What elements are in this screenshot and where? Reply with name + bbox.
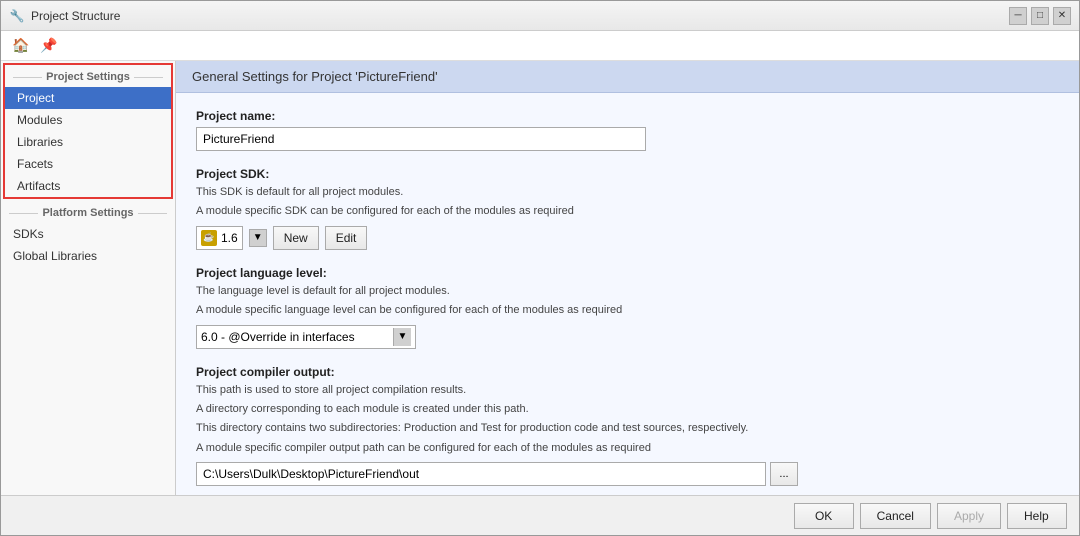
footer: OK Cancel Apply Help [1, 495, 1079, 535]
project-lang-label: Project language level: [196, 266, 1059, 280]
sdk-dropdown-arrow[interactable]: ▼ [249, 229, 267, 247]
project-settings-header: Project Settings [5, 65, 171, 87]
project-settings-section: Project Settings Project Modules Librari… [3, 63, 173, 199]
content-body: Project name: Project SDK: This SDK is d… [176, 93, 1079, 495]
project-compiler-hint2: A directory corresponding to each module… [196, 402, 1059, 417]
toolbar-down-button[interactable]: 📌 [37, 34, 61, 58]
compiler-browse-button[interactable]: ... [770, 462, 798, 486]
project-compiler-hint4: A module specific compiler output path c… [196, 441, 1059, 456]
content-area: General Settings for Project 'PictureFri… [176, 61, 1079, 495]
sdk-select-wrapper[interactable]: ☕ 1.6 [196, 226, 243, 250]
project-name-input[interactable] [196, 127, 646, 151]
main-content: Project Settings Project Modules Librari… [1, 61, 1079, 495]
apply-button[interactable]: Apply [937, 503, 1001, 529]
window-icon: 🔧 [9, 8, 25, 24]
window-controls: ─ □ ✕ [1009, 7, 1071, 25]
help-label: Help [1024, 509, 1049, 523]
project-lang-section: Project language level: The language lev… [196, 266, 1059, 349]
project-sdk-hint2: A module specific SDK can be configured … [196, 204, 1059, 219]
project-compiler-hint3: This directory contains two subdirectori… [196, 421, 1059, 436]
lang-dropdown-arrow[interactable]: ▼ [393, 328, 411, 346]
project-sdk-label: Project SDK: [196, 167, 1059, 181]
platform-settings-section: Platform Settings SDKs Global Libraries [1, 201, 175, 267]
cancel-button[interactable]: Cancel [860, 503, 931, 529]
compiler-output-input[interactable] [196, 462, 766, 486]
project-compiler-hint1: This path is used to store all project c… [196, 383, 1059, 398]
project-structure-window: 🔧 Project Structure ─ □ ✕ 🏠 📌 Project Se… [0, 0, 1080, 536]
sidebar-item-artifacts[interactable]: Artifacts [5, 175, 171, 197]
project-compiler-section: Project compiler output: This path is us… [196, 365, 1059, 487]
lang-select-wrapper[interactable]: 6.0 - @Override in interfaces ▼ [196, 325, 416, 349]
project-name-label: Project name: [196, 109, 1059, 123]
project-lang-hint1: The language level is default for all pr… [196, 284, 1059, 299]
toolbar-up-button[interactable]: 🏠 [9, 34, 33, 58]
close-button[interactable]: ✕ [1053, 7, 1071, 25]
toolbar: 🏠 📌 [1, 31, 1079, 61]
title-bar: 🔧 Project Structure ─ □ ✕ [1, 1, 1079, 31]
compiler-output-row: ... [196, 462, 1059, 486]
sidebar-item-sdks[interactable]: SDKs [1, 223, 175, 245]
sdk-new-button[interactable]: New [273, 226, 319, 250]
sidebar-item-libraries[interactable]: Libraries [5, 131, 171, 153]
ok-button[interactable]: OK [794, 503, 854, 529]
help-button[interactable]: Help [1007, 503, 1067, 529]
project-lang-hint2: A module specific language level can be … [196, 303, 1059, 318]
sdk-select-value: 1.6 [221, 231, 238, 245]
sdk-row: ☕ 1.6 ▼ New Edit [196, 226, 1059, 250]
sidebar-item-modules[interactable]: Modules [5, 109, 171, 131]
lang-select-value: 6.0 - @Override in interfaces [201, 330, 393, 344]
sidebar: Project Settings Project Modules Librari… [1, 61, 176, 495]
sdk-java-icon: ☕ [201, 230, 217, 246]
project-sdk-hint1: This SDK is default for all project modu… [196, 185, 1059, 200]
maximize-button[interactable]: □ [1031, 7, 1049, 25]
sidebar-item-facets[interactable]: Facets [5, 153, 171, 175]
project-name-section: Project name: [196, 109, 1059, 151]
window-title: Project Structure [31, 9, 1009, 23]
sidebar-item-project[interactable]: Project [5, 87, 171, 109]
sdk-edit-button[interactable]: Edit [325, 226, 368, 250]
minimize-button[interactable]: ─ [1009, 7, 1027, 25]
content-header: General Settings for Project 'PictureFri… [176, 61, 1079, 93]
sidebar-item-global-libraries[interactable]: Global Libraries [1, 245, 175, 267]
platform-settings-header: Platform Settings [1, 201, 175, 223]
project-sdk-section: Project SDK: This SDK is default for all… [196, 167, 1059, 250]
project-compiler-label: Project compiler output: [196, 365, 1059, 379]
